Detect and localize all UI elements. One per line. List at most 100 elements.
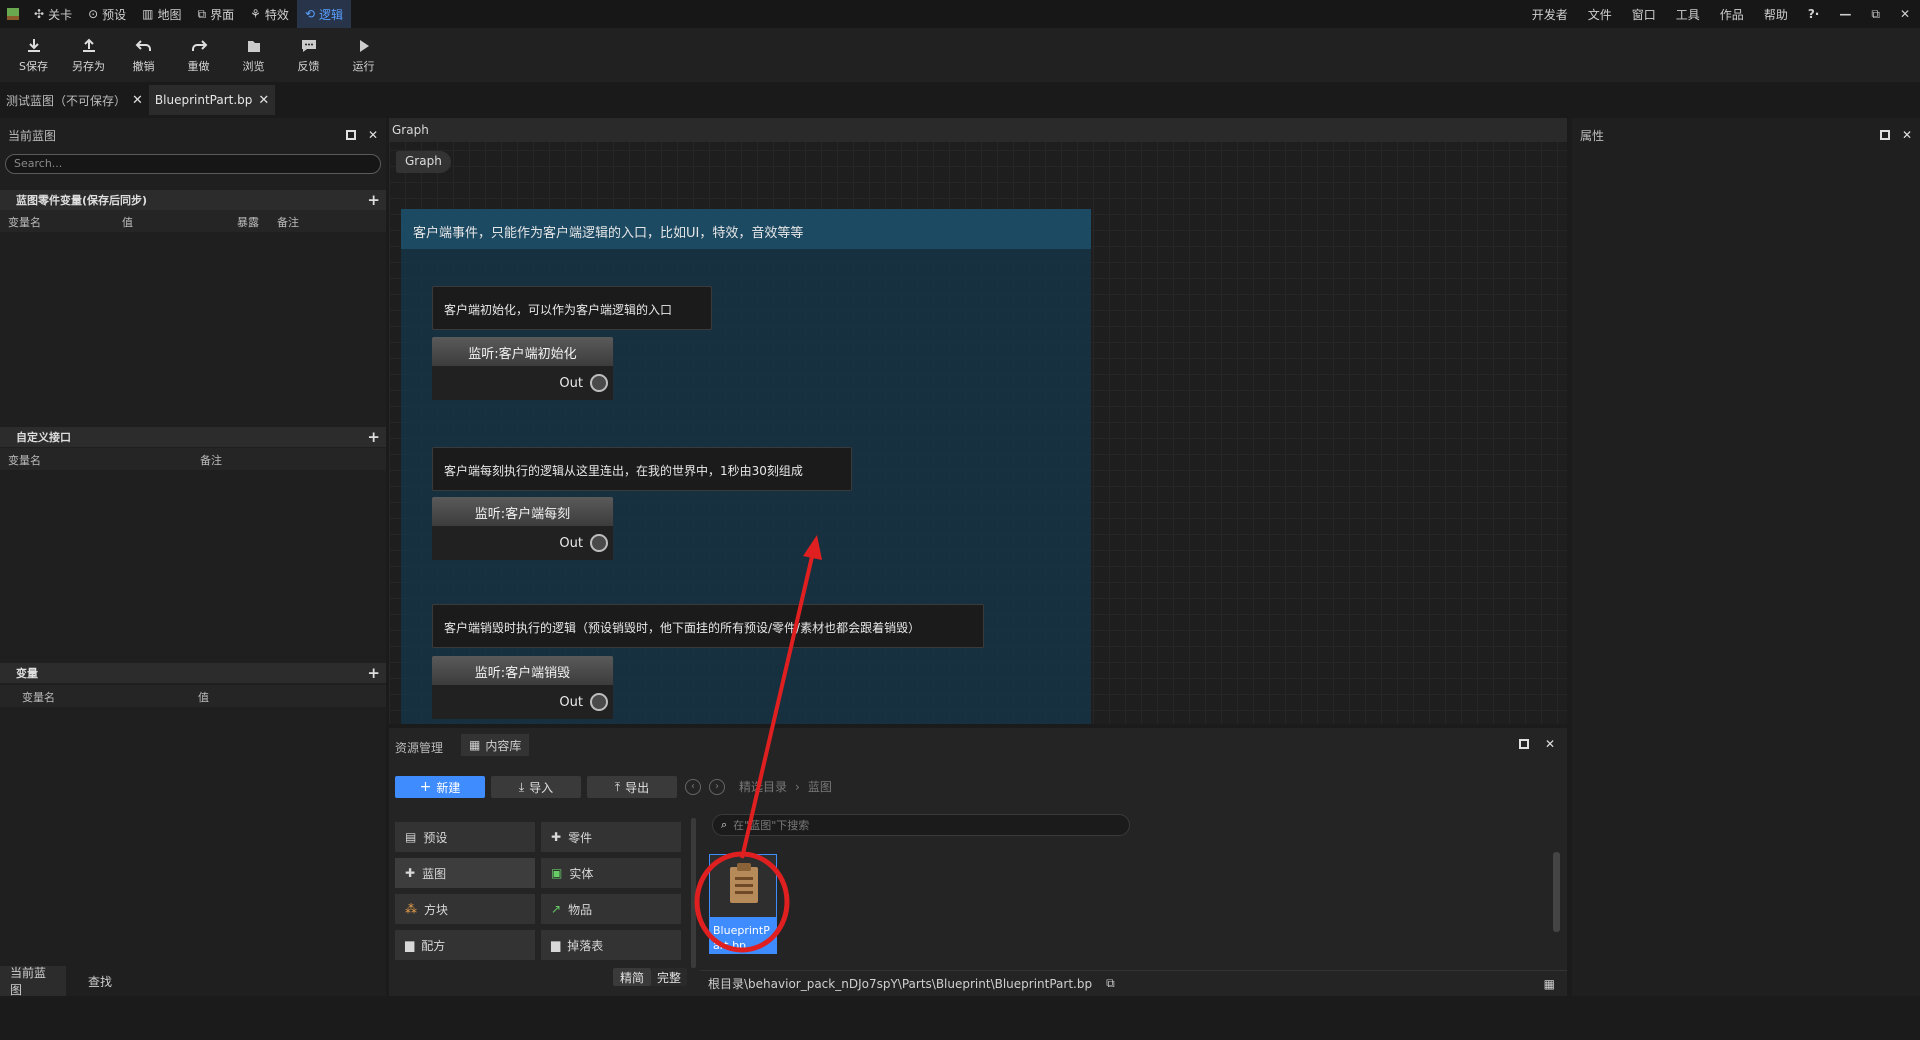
menu-file[interactable]: 文件	[1578, 6, 1622, 23]
menu-tab-map[interactable]: ▥ 地图	[134, 0, 189, 28]
run-button[interactable]: 运行	[336, 37, 391, 74]
forward-icon[interactable]: ›	[709, 778, 725, 795]
export-button[interactable]: ⤒ 导出	[587, 776, 677, 798]
item-icon: ↗	[551, 902, 562, 916]
app-logo-icon	[7, 8, 19, 20]
save-as-button[interactable]: 另存为	[61, 37, 116, 74]
add-icon[interactable]: +	[367, 428, 380, 446]
category-block[interactable]: ⁂ 方块	[395, 894, 535, 924]
category-blueprint[interactable]: ✚ 蓝图	[395, 858, 535, 888]
category-entity[interactable]: ▣ 实体	[541, 858, 681, 888]
path-current[interactable]: 蓝图	[808, 778, 832, 795]
save-button[interactable]: S保存	[6, 37, 61, 74]
tab-content-library[interactable]: ▦ 内容库	[461, 734, 530, 756]
view-full-button[interactable]: 完整	[651, 968, 687, 986]
node-client-init[interactable]: 监听:客户端初始化 Out	[432, 337, 613, 400]
doc-tab-test-blueprint[interactable]: 测试蓝图（不可保存） ✕	[0, 85, 149, 115]
close-icon[interactable]: ✕	[368, 128, 378, 142]
add-icon[interactable]: +	[367, 191, 380, 209]
menu-tab-logic[interactable]: ⟲ 逻辑	[296, 0, 351, 28]
section-custom-interface[interactable]: 自定义接口 +	[0, 427, 386, 447]
grid-view-icon[interactable]: ▦	[1544, 977, 1555, 991]
asset-scrollbar[interactable]	[1553, 852, 1560, 932]
effects-icon: ⚘	[250, 7, 261, 21]
search-icon: ⌕	[721, 818, 728, 831]
out-pin[interactable]	[590, 374, 608, 392]
undo-button[interactable]: 撤销	[116, 37, 171, 74]
category-scrollbar[interactable]	[691, 818, 696, 968]
import-button[interactable]: ⤓ 导入	[491, 776, 581, 798]
blueprint-search-input[interactable]: Search...	[5, 154, 381, 174]
recipe-icon: ▆	[405, 938, 415, 952]
new-button[interactable]: + 新建	[395, 776, 485, 798]
menu-window[interactable]: 窗口	[1622, 6, 1666, 23]
category-recipe[interactable]: ▆ 配方	[395, 930, 535, 960]
node-title: 监听:客户端销毁	[432, 656, 613, 685]
restore-icon[interactable]: ⧉	[1861, 7, 1890, 22]
copy-icon[interactable]: ⧉	[1106, 976, 1115, 991]
out-pin[interactable]	[590, 693, 608, 711]
close-tab-icon[interactable]: ✕	[258, 93, 269, 108]
menu-developer[interactable]: 开发者	[1522, 6, 1578, 23]
asset-breadcrumb: ‹ › 精选目录 › 蓝图	[685, 778, 832, 795]
node-client-tick[interactable]: 监听:客户端每刻 Out	[432, 497, 613, 560]
view-simple-button[interactable]: 精简	[613, 968, 651, 986]
section-event-vars[interactable]: 蓝图零件变量(保存后同步) +	[0, 190, 386, 210]
close-tab-icon[interactable]: ✕	[132, 93, 143, 108]
category-part[interactable]: ✚ 零件	[541, 822, 681, 852]
menu-tab-preset[interactable]: ⊙ 预设	[80, 0, 134, 28]
save-as-icon	[82, 38, 95, 52]
feedback-button[interactable]: 反馈	[281, 37, 336, 74]
close-window-icon[interactable]: ✕	[1890, 7, 1920, 21]
asset-search-input[interactable]: ⌕ 在"蓝图"下搜索	[712, 814, 1130, 836]
clipboard-icon	[730, 863, 758, 903]
doc-tab-blueprintpart[interactable]: BlueprintPart.bp ✕	[148, 85, 276, 115]
menu-tools[interactable]: 工具	[1666, 6, 1710, 23]
tab-current-blueprint[interactable]: 当前蓝图	[0, 966, 66, 997]
close-icon[interactable]: ✕	[1902, 128, 1912, 142]
status-bar	[0, 996, 1920, 1040]
ui-icon: ⧉	[197, 6, 207, 21]
menu-works[interactable]: 作品	[1710, 6, 1754, 23]
back-icon[interactable]: ‹	[685, 778, 701, 795]
minimize-icon[interactable]: —	[1829, 7, 1861, 21]
tab-asset-manager[interactable]: 资源管理	[395, 739, 443, 756]
node-client-destroy[interactable]: 监听:客户端销毁 Out	[432, 656, 613, 719]
category-loot-table[interactable]: ▆ 掉落表	[541, 930, 681, 960]
graph-header: Graph	[389, 118, 1567, 142]
undo-icon	[135, 39, 151, 51]
help-icon[interactable]: ?·	[1798, 7, 1830, 21]
add-icon[interactable]: +	[367, 664, 380, 682]
out-pin[interactable]	[590, 534, 608, 552]
plus-icon: +	[419, 779, 432, 795]
graph-breadcrumb[interactable]: Graph	[396, 151, 451, 173]
section-variables[interactable]: 变量 +	[0, 663, 386, 683]
category-item[interactable]: ↗ 物品	[541, 894, 681, 924]
save-icon	[27, 38, 40, 52]
close-icon[interactable]: ✕	[1545, 737, 1555, 751]
asset-path-bar: 根目录\behavior_pack_nDJo7spY\Parts\Bluepri…	[700, 970, 1567, 996]
node-comment-init: 客户端初始化，可以作为客户端逻辑的入口	[432, 286, 712, 330]
browse-button[interactable]: 浏览	[226, 37, 281, 74]
chevron-right-icon: ›	[795, 779, 800, 794]
node-comment-tick: 客户端每刻执行的逻辑从这里连出，在我的世界中，1秒由30刻组成	[432, 447, 852, 491]
part-icon: ✚	[551, 830, 562, 844]
redo-button[interactable]: 重做	[171, 37, 226, 74]
app-logo	[0, 0, 26, 28]
maximize-icon[interactable]	[1518, 739, 1529, 749]
asset-tile-label: BlueprintPart.bp	[710, 917, 776, 953]
category-preset[interactable]: ▤ 预设	[395, 822, 535, 852]
menu-help[interactable]: 帮助	[1754, 6, 1798, 23]
maximize-icon[interactable]	[345, 130, 356, 140]
menu-tab-level[interactable]: ✣ 关卡	[26, 0, 80, 28]
menu-right: 开发者 文件 窗口 工具 作品 帮助 ?· — ⧉ ✕	[1522, 0, 1920, 28]
path-root[interactable]: 精选目录	[739, 778, 787, 795]
asset-tile-blueprintpart[interactable]: BlueprintPart.bp	[709, 854, 777, 954]
menu-bar: ✣ 关卡 ⊙ 预设 ▥ 地图 ⧉ 界面 ⚘ 特效 ⟲ 逻辑 开发者 文件 窗口 工具 作品 …	[0, 0, 1920, 28]
graph-canvas[interactable]: Graph 客户端事件，只能作为客户端逻辑的入口，比如UI，特效，音效等等 客户…	[389, 118, 1567, 724]
maximize-icon[interactable]	[1879, 130, 1890, 140]
menu-tab-ui[interactable]: ⧉ 界面	[190, 0, 243, 28]
menu-tab-effects[interactable]: ⚘ 特效	[242, 0, 297, 28]
current-blueprint-panel: 当前蓝图 ✕ Search... 蓝图零件变量(保存后同步) + 变量名 值 暴…	[0, 118, 386, 996]
tab-find[interactable]: 查找	[78, 966, 122, 996]
